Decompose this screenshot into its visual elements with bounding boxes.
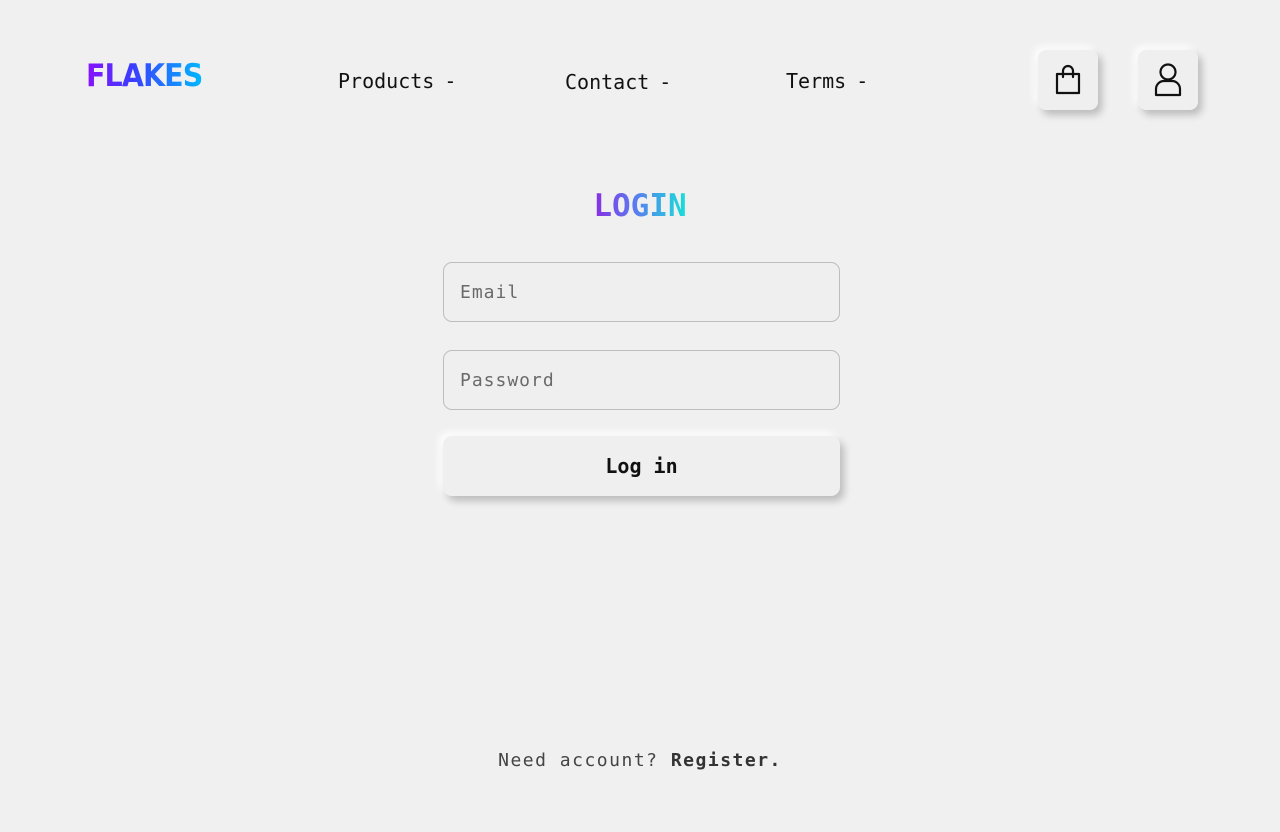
nav-item-contact[interactable]: Contact - <box>565 69 671 95</box>
nav-item-label: Products <box>338 69 435 93</box>
login-title: LOGIN <box>593 188 687 224</box>
user-icon <box>1154 63 1182 97</box>
email-field[interactable] <box>443 262 840 322</box>
page: FLAKES Products- Contact- Terms- LOGIN L… <box>0 0 1280 832</box>
register-prompt-text: Need account? <box>498 750 659 771</box>
shopping-bag-icon <box>1055 64 1081 95</box>
nav-item-terms[interactable]: Terms - <box>786 68 868 94</box>
nav-item-label: Terms <box>786 69 847 93</box>
account-button[interactable] <box>1138 50 1198 110</box>
cart-button[interactable] <box>1038 50 1098 110</box>
brand-logo[interactable]: FLAKES <box>86 58 203 94</box>
nav-item-label: Contact <box>565 70 650 94</box>
nav-item-products[interactable]: Products - <box>338 68 456 94</box>
login-button[interactable]: Log in <box>443 436 840 496</box>
dropdown-indicator: - <box>659 70 672 94</box>
register-prompt: Need account? Register. <box>0 750 1280 771</box>
password-field[interactable] <box>443 350 840 410</box>
dropdown-indicator: - <box>856 69 869 93</box>
register-link[interactable]: Register. <box>671 750 782 771</box>
dropdown-indicator: - <box>444 69 457 93</box>
